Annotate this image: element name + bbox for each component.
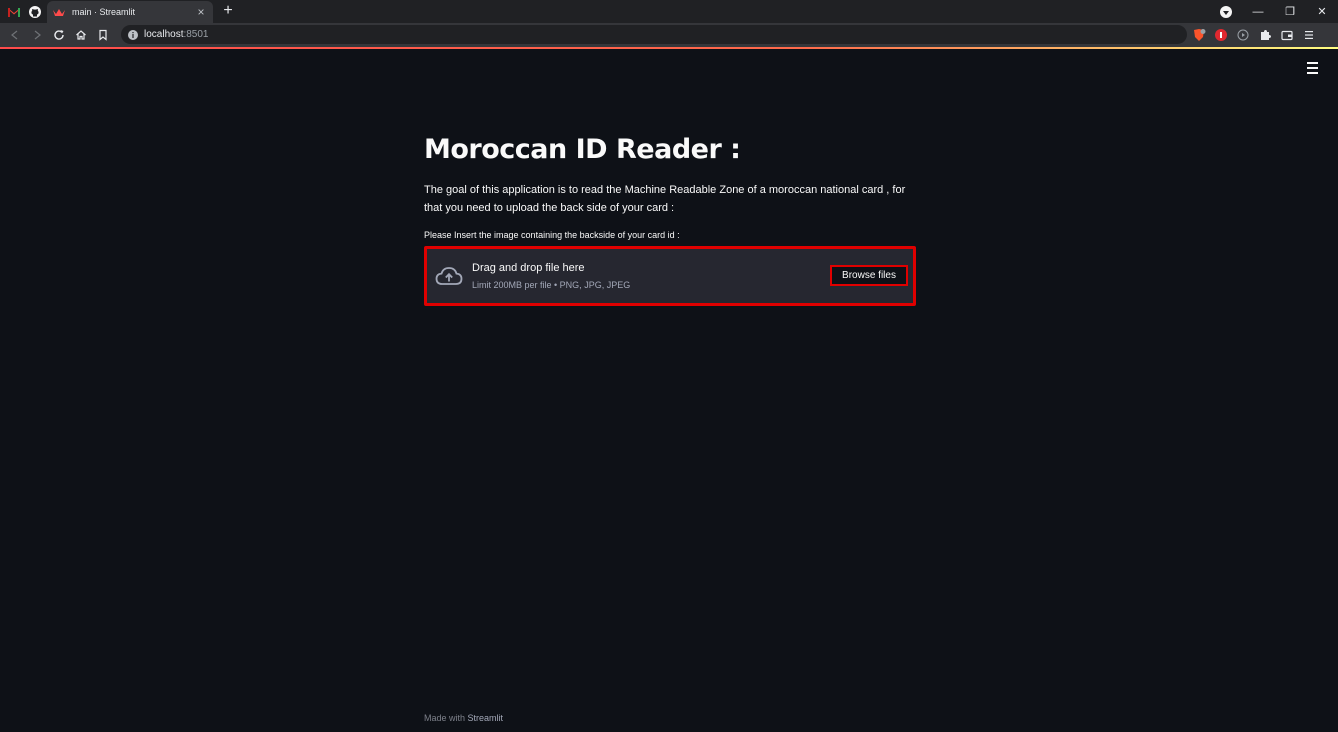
- tab-main-streamlit[interactable]: main · Streamlit ×: [47, 1, 213, 23]
- main-content: Moroccan ID Reader : The goal of this ap…: [424, 120, 916, 306]
- browse-files-button[interactable]: Browse files: [830, 265, 908, 286]
- tab-title: main · Streamlit: [72, 7, 136, 17]
- app-menu-button[interactable]: [1303, 60, 1321, 76]
- gmail-icon: [8, 7, 20, 17]
- footer-made-with: Made with: [424, 713, 468, 723]
- cloud-upload-icon: [435, 267, 463, 285]
- browser-tabbar: main · Streamlit × + — ❐ ✕: [0, 0, 1338, 23]
- pinned-tab-github[interactable]: [24, 0, 46, 23]
- footer-streamlit-link[interactable]: Streamlit: [468, 713, 504, 723]
- brave-shield-icon: [1194, 29, 1206, 41]
- streamlit-icon: [53, 6, 65, 18]
- page-title: Moroccan ID Reader :: [424, 134, 741, 165]
- wallet-icon: [1281, 30, 1293, 41]
- footer: Made with Streamlit: [424, 713, 503, 723]
- dropzone-text: Drag and drop file here Limit 200MB per …: [472, 261, 630, 291]
- puzzle-icon: [1261, 30, 1271, 40]
- page-decoration-line: [0, 47, 1338, 49]
- window-controls: — ❐ ✕: [1210, 0, 1338, 23]
- browser-menu-button[interactable]: [1298, 24, 1320, 46]
- url-host: localhost: [144, 29, 184, 40]
- reload-icon: [54, 30, 64, 40]
- minimize-button[interactable]: —: [1242, 0, 1274, 23]
- profile-icon[interactable]: [1210, 0, 1242, 23]
- uploader-label: Please Insert the image containing the b…: [424, 230, 680, 240]
- bookmark-icon: [99, 29, 107, 41]
- wallet-button[interactable]: [1276, 24, 1298, 46]
- browser-toolbar: localhost:8501: [0, 23, 1338, 47]
- extension-red-button[interactable]: [1210, 24, 1232, 46]
- info-icon: [128, 29, 138, 40]
- hamburger-line: [1306, 67, 1318, 69]
- menu-icon: [1305, 31, 1313, 39]
- back-icon: [11, 30, 18, 40]
- file-limit-info: Limit 200MB per file • PNG, JPG, JPEG: [472, 280, 631, 290]
- reload-button[interactable]: [48, 24, 70, 46]
- tab-close-icon[interactable]: ×: [195, 6, 207, 18]
- home-button[interactable]: [70, 24, 92, 46]
- file-dropzone[interactable]: Drag and drop file here Limit 200MB per …: [424, 246, 916, 306]
- url-port: :8501: [183, 29, 209, 40]
- extensions-area: [1188, 23, 1320, 47]
- hamburger-line: [1306, 62, 1318, 64]
- restore-button[interactable]: ❐: [1274, 0, 1306, 23]
- extension-play-button[interactable]: [1232, 24, 1254, 46]
- brave-shield-button[interactable]: [1188, 24, 1210, 46]
- forward-icon: [34, 30, 41, 40]
- new-tab-button[interactable]: +: [219, 2, 237, 20]
- back-button[interactable]: [4, 24, 26, 46]
- extensions-button[interactable]: [1254, 24, 1276, 46]
- page-description: The goal of this application is to read …: [424, 184, 906, 214]
- extension-icon: [1215, 29, 1227, 41]
- hamburger-line: [1306, 72, 1318, 74]
- play-icon: [1237, 29, 1249, 41]
- bookmark-button[interactable]: [92, 24, 114, 46]
- pinned-tab-gmail[interactable]: [3, 0, 25, 23]
- drop-instruction: Drag and drop file here: [472, 262, 585, 274]
- forward-button[interactable]: [26, 24, 48, 46]
- home-icon: [76, 30, 86, 40]
- github-icon: [29, 5, 41, 18]
- address-bar[interactable]: localhost:8501: [121, 25, 1187, 44]
- close-window-button[interactable]: ✕: [1306, 0, 1338, 23]
